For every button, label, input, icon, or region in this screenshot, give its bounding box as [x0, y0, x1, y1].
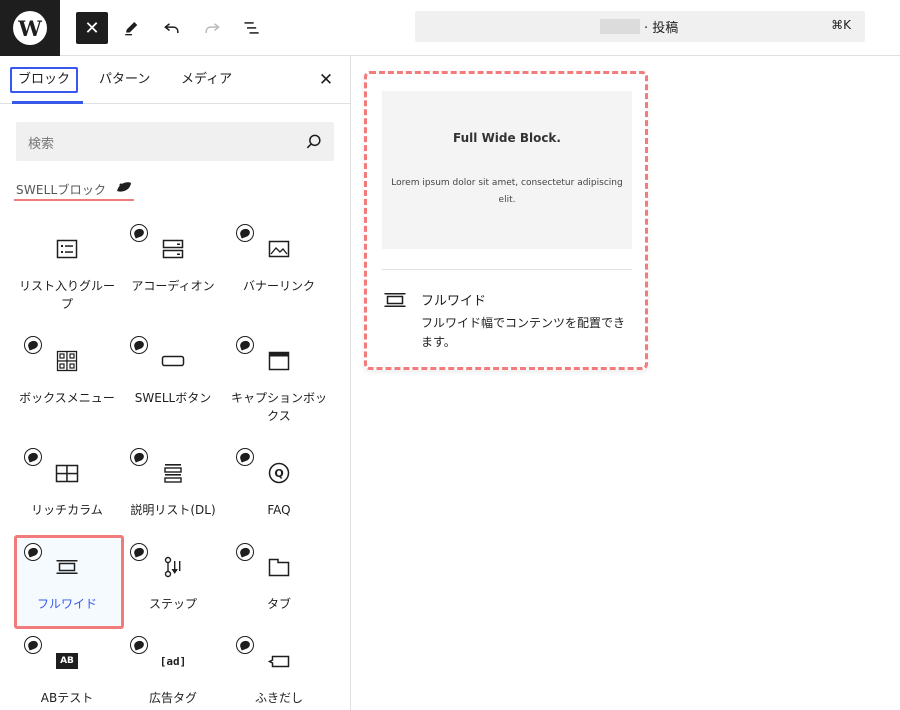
- redacted-title: [600, 19, 640, 34]
- block-label: キャプションボックス: [230, 391, 327, 423]
- rich-column-icon: [55, 461, 79, 485]
- block-label: リスト入りグループ: [18, 279, 115, 311]
- block-label: バナーリンク: [242, 279, 315, 293]
- preview-block-description: フルワイド幅でコンテンツを配置できます。: [421, 316, 626, 349]
- block-preview-example: Full Wide Block. Lorem ipsum dolor sit a…: [382, 91, 632, 249]
- wordpress-icon: W: [13, 11, 47, 45]
- close-panel-button[interactable]: ✕: [314, 68, 338, 92]
- swell-badge-icon: [130, 636, 148, 654]
- faq-icon: Q: [267, 461, 291, 485]
- full-wide-icon: [55, 555, 79, 579]
- active-tab-indicator: [12, 101, 83, 104]
- undo-icon: [164, 23, 179, 33]
- search-icon: [306, 134, 321, 149]
- block-label: リッチカラム: [31, 503, 103, 517]
- block-label: ステップ: [148, 597, 197, 611]
- tab-media[interactable]: メディア: [181, 67, 232, 93]
- undo-button[interactable]: [157, 12, 187, 44]
- swell-badge-icon: [24, 336, 42, 354]
- block-label: SWELLボタン: [134, 391, 212, 405]
- caption-box-icon: [267, 349, 291, 373]
- swell-badge-icon: [130, 448, 148, 466]
- swell-badge-icon: [24, 543, 42, 561]
- banner-link-icon: [267, 237, 291, 261]
- swell-badge-icon: [236, 636, 254, 654]
- pencil-icon: [125, 22, 138, 36]
- box-menu-icon: [55, 349, 79, 373]
- swell-badge-icon: [130, 336, 148, 354]
- category-title: SWELLブロック: [16, 183, 107, 197]
- block-inserter-panel: ブロック パターン メディア ✕ 検索 SWELLブロック リスト入りグループ …: [0, 56, 351, 710]
- ad-tag-icon: [ad]: [159, 649, 187, 673]
- close-icon: ✕: [84, 17, 100, 39]
- preview-example-title: Full Wide Block.: [453, 131, 561, 145]
- block-label: フルワイド: [36, 597, 97, 611]
- block-label: 広告タグ: [148, 691, 197, 705]
- swell-badge-icon: [236, 224, 254, 242]
- svg-text:Q: Q: [274, 467, 283, 480]
- list-view-icon: [244, 22, 259, 34]
- button-icon: [161, 349, 185, 373]
- ad-tag-glyph: [ad]: [159, 654, 187, 668]
- swell-logo-icon: [117, 182, 131, 192]
- inserter-tabs: ブロック パターン メディア ✕: [0, 56, 350, 104]
- tab-patterns[interactable]: パターン: [99, 67, 150, 93]
- accordion-icon: [161, 237, 185, 261]
- category-highlight-underline: [14, 199, 134, 201]
- preview-divider: [382, 269, 632, 270]
- block-label: ボックスメニュー: [19, 391, 115, 405]
- swell-badge-icon: [130, 543, 148, 561]
- close-icon: ✕: [318, 70, 334, 90]
- swell-badge-icon: [236, 448, 254, 466]
- block-label: タブ: [266, 597, 291, 611]
- block-label: FAQ: [267, 503, 291, 517]
- block-search-input[interactable]: 検索: [16, 122, 334, 161]
- redo-icon: [205, 23, 220, 33]
- block-label: ABテスト: [40, 691, 94, 705]
- tab-blocks[interactable]: ブロック: [10, 67, 79, 93]
- list-group-icon: [55, 237, 79, 261]
- full-wide-icon: [384, 293, 406, 307]
- redo-button[interactable]: [197, 12, 227, 44]
- document-type-label: · 投稿: [644, 21, 679, 36]
- preview-example-text: Lorem ipsum dolor sit amet, consectetur …: [391, 178, 623, 205]
- block-label: ふきだし: [254, 691, 303, 705]
- block-label: 説明リスト(DL): [130, 503, 216, 517]
- shortcut-hint: ⌘K: [831, 18, 851, 32]
- command-palette-bar[interactable]: · 投稿 ⌘K: [415, 11, 865, 42]
- swell-badge-icon: [24, 636, 42, 654]
- swell-badge-icon: [24, 448, 42, 466]
- tab-icon: [267, 555, 291, 579]
- swell-badge-icon: [236, 336, 254, 354]
- step-icon: [161, 555, 185, 579]
- description-list-icon: [161, 461, 185, 485]
- block-preview-card: Full Wide Block. Lorem ipsum dolor sit a…: [364, 71, 648, 370]
- editor-toolbar: W ✕ · 投稿 ⌘K: [0, 0, 900, 56]
- block-label: アコーディオン: [131, 279, 215, 293]
- swell-badge-icon: [236, 543, 254, 561]
- search-placeholder: 検索: [28, 137, 55, 152]
- ab-test-glyph: AB: [56, 653, 78, 669]
- wordpress-logo-button[interactable]: W: [0, 0, 60, 56]
- swell-badge-icon: [130, 224, 148, 242]
- ab-test-icon: AB: [55, 649, 79, 673]
- preview-block-name: フルワイド: [421, 294, 487, 309]
- tools-button[interactable]: [117, 12, 147, 44]
- document-overview-button[interactable]: [237, 12, 267, 44]
- balloon-icon: [267, 649, 291, 673]
- close-inserter-button[interactable]: ✕: [76, 12, 108, 44]
